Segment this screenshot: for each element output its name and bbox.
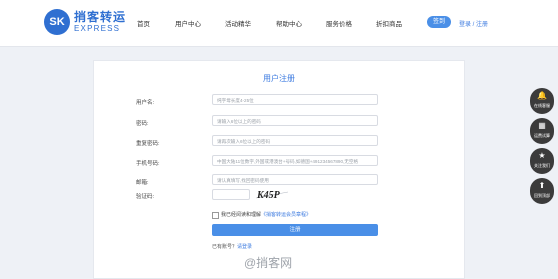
register-form-card: 用户注册 用户名: 纯字母长度4-25位 密码: 请输入6位以上的密码 重复密码… — [93, 60, 465, 279]
checkin-button[interactable]: 签到 — [427, 16, 451, 28]
agree-text: 我已经阅读和理解 — [221, 212, 262, 218]
star-icon: ★ — [538, 151, 546, 160]
agree-statement: 我已经阅读和理解《捎客转运会员章程》 — [221, 211, 311, 218]
agree-checkbox[interactable] — [212, 212, 219, 219]
sidebar-label-top: 回到顶部 — [534, 193, 550, 198]
phone-input[interactable]: 中国大陆11位数字,外国或港澳台+号码,如德国+491234567890,无空格 — [212, 155, 378, 166]
nav-user-center[interactable]: 用户中心 — [175, 18, 201, 28]
nav-activities[interactable]: 活动精华 — [225, 18, 251, 28]
member-rules-link[interactable]: 《捎客转运会员章程》 — [261, 212, 311, 218]
captcha-text: K45P — [256, 190, 281, 201]
nav-discount-goods[interactable]: 折扣商品 — [376, 18, 402, 28]
sidebar-shipping-calculator[interactable]: ▦ 运费试算 — [530, 118, 554, 144]
sidebar-label-service: 在线客服 — [534, 103, 550, 108]
logo-chinese-text: 捎客转运 — [74, 10, 127, 24]
username-label: 用户名: — [136, 100, 155, 106]
captcha-input[interactable] — [212, 189, 250, 200]
sidebar-label-follow: 关注我们 — [534, 163, 550, 168]
top-icon: ⬆ — [538, 181, 546, 190]
please-login-link[interactable]: 请登录 — [237, 244, 252, 250]
top-header: SK 捎客转运 EXPRESS 首页 用户中心 活动精华 帮助中心 服务价格 折… — [0, 0, 558, 47]
have-account-text: 已有账号？ — [212, 244, 238, 250]
bell-icon: 🔔 — [537, 91, 547, 100]
register-link[interactable]: 注册 — [476, 22, 488, 28]
nav-home[interactable]: 首页 — [137, 18, 150, 28]
captcha-image[interactable]: K45P — [254, 187, 290, 201]
form-title: 用户注册 — [263, 74, 295, 83]
logo-english-text: EXPRESS — [74, 24, 121, 33]
sidebar-back-to-top[interactable]: ⬆ 回到顶部 — [530, 178, 554, 204]
login-hint: 已有账号？请登录 — [212, 243, 252, 250]
password-label: 密码: — [136, 121, 149, 127]
password-input[interactable]: 请输入6位以上的密码 — [212, 115, 378, 126]
nav-service-price[interactable]: 服务价格 — [326, 18, 352, 28]
watermark: @捎客网 — [244, 256, 293, 270]
sidebar-label-calculator: 运费试算 — [534, 133, 550, 138]
nav-help-center[interactable]: 帮助中心 — [276, 18, 302, 28]
email-input[interactable]: 请认真填写,找回密码使用 — [212, 174, 378, 185]
register-submit-button[interactable]: 注册 — [212, 224, 378, 236]
logo-mark: SK — [44, 9, 70, 35]
username-input[interactable]: 纯字母长度4-25位 — [212, 94, 378, 105]
login-link[interactable]: 登录 — [459, 22, 471, 28]
site-logo[interactable]: SK 捎客转运 EXPRESS — [44, 8, 127, 38]
email-label: 邮箱: — [136, 180, 149, 186]
calculator-icon: ▦ — [538, 121, 546, 130]
captcha-label: 验证码: — [136, 194, 155, 200]
confirm-password-input[interactable]: 请再次输入6位以上的密码 — [212, 135, 378, 146]
confirm-password-label: 重复密码: — [136, 141, 160, 147]
phone-label: 手机号码: — [136, 161, 160, 167]
sidebar-online-service[interactable]: 🔔 在线客服 — [530, 88, 554, 114]
auth-links: 登录 / 注册 — [459, 19, 488, 28]
sidebar-follow-us[interactable]: ★ 关注我们 — [530, 148, 554, 174]
